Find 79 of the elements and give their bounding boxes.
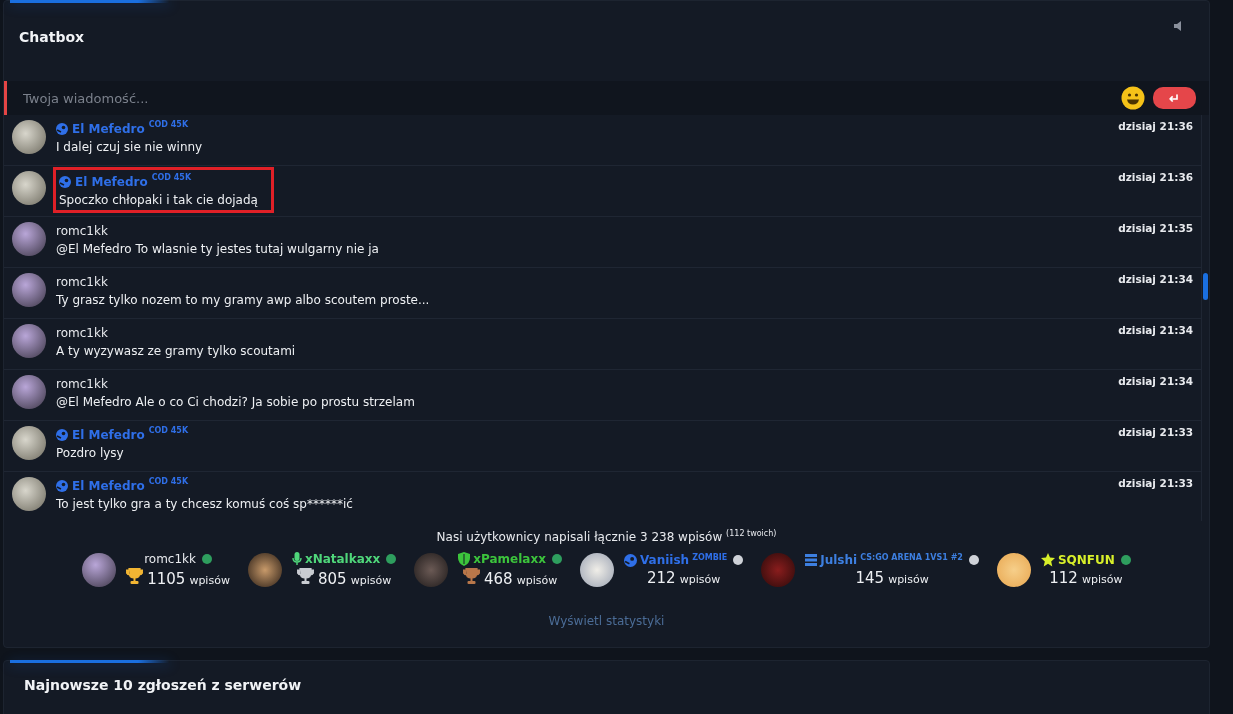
message-text: Ty grasz tylko nozem to my gramy awp albo scoutem proste... [56, 293, 431, 307]
message-text: Pozdro lysy [56, 446, 125, 460]
rank-label: COD 45K [151, 173, 192, 182]
message-text: To jest tylko gra a ty chcesz komuś coś sp******ić [56, 497, 354, 511]
post-count: 1105 [147, 570, 186, 588]
avatar [247, 553, 282, 587]
star-icon [1040, 553, 1055, 567]
avatar [12, 477, 46, 511]
user-name[interactable]: Julshi [820, 553, 858, 567]
microphone-icon [291, 552, 302, 566]
avatar [12, 273, 46, 307]
scrollbar-thumb[interactable] [1203, 273, 1208, 300]
steam-icon [56, 429, 68, 441]
avatar [12, 375, 46, 409]
smiley-icon[interactable] [1121, 86, 1145, 110]
message-time: dzisiaj 21:33 [1118, 477, 1193, 489]
post-unit: wpisów [679, 573, 721, 586]
author-name[interactable]: romc1kk [56, 326, 108, 340]
summary-text: Nasi użytkownicy napisali łącznie 3 238 wpisów $^{(112 twoich)}$ [435, 529, 778, 544]
avatar [12, 222, 46, 256]
author-name[interactable]: El Mefedro [72, 428, 145, 442]
avatar [761, 553, 796, 587]
message-time: dzisiaj 21:35 [1118, 222, 1193, 234]
post-unit: wpisów [1081, 573, 1123, 586]
post-unit: wpisów [189, 574, 230, 587]
rank-label: COD 45K [148, 477, 189, 486]
author-name[interactable]: romc1kk [56, 275, 108, 289]
message-field[interactable]: Twoja wiadomość... ↵ [4, 81, 1209, 115]
post-count: 805 [318, 570, 347, 588]
user-name[interactable]: xNatalkaxx [304, 552, 381, 566]
avatar [414, 553, 449, 587]
message-text: @El Mefedro To wlasnie ty jestes tutaj wulgarny nie ja [56, 242, 380, 256]
message-time: dzisiaj 21:34 [1118, 375, 1193, 387]
avatar [12, 120, 46, 154]
message-text: I dalej czuj sie nie winny [56, 140, 204, 154]
author-name[interactable]: El Mefedro [75, 175, 148, 189]
post-count: 145 [855, 569, 885, 587]
panel-title: Chatbox [19, 29, 85, 45]
message-text: A ty wyzywasz ze gramy tylko scoutami [56, 344, 297, 358]
message-text: @El Mefedro Ale o co Ci chodzi? Ja sobie po prostu strzelam [56, 395, 416, 409]
author-name[interactable]: romc1kk [56, 224, 108, 238]
user-name[interactable]: romc1kk [144, 552, 196, 566]
post-count: 212 [647, 569, 676, 587]
send-button[interactable]: ↵ [1153, 87, 1196, 109]
rank-label: COD 45K [148, 120, 189, 129]
avatar [12, 171, 46, 205]
post-count: 112 [1049, 569, 1078, 587]
message-time: dzisiaj 21:36 [1118, 171, 1193, 183]
avatar [12, 426, 46, 460]
server-icon [805, 554, 818, 566]
user-name[interactable]: Vaniish [639, 553, 690, 567]
post-unit: wpisów [350, 574, 392, 587]
post-count: 468 [484, 570, 513, 588]
steam-icon [59, 176, 71, 188]
user-name[interactable]: xPamelaxx [473, 552, 546, 566]
avatar [579, 553, 614, 587]
steam-icon [623, 553, 637, 567]
message-time: dzisiaj 21:33 [1118, 426, 1193, 438]
steam-icon [56, 123, 68, 135]
panel-title: Najnowsze 10 zgłoszeń z serwerów [24, 677, 303, 693]
shield-icon [458, 552, 471, 566]
avatar [996, 553, 1031, 587]
steam-icon [56, 480, 68, 492]
author-name[interactable]: El Mefedro [72, 122, 145, 136]
author-name[interactable]: El Mefedro [72, 479, 145, 493]
rank-label: COD 45K [148, 426, 189, 435]
rank-label: ZOMBIE [692, 553, 728, 562]
statistics-link[interactable]: Wyświetl statystyki [548, 614, 665, 628]
message-text: Spoczko chłopaki i tak cie dojadą [59, 193, 258, 207]
message-time: dzisiaj 21:34 [1118, 273, 1193, 285]
message-time: dzisiaj 21:36 [1118, 120, 1193, 132]
author-name[interactable]: romc1kk [56, 377, 108, 391]
post-unit: wpisów [516, 574, 558, 587]
user-name[interactable]: SQNFUN [1057, 553, 1115, 567]
message-time: dzisiaj 21:34 [1118, 324, 1193, 336]
rank-label: CS:GO ARENA 1VS1 #2 [860, 553, 963, 562]
avatar [82, 553, 117, 587]
avatar [12, 324, 46, 358]
post-unit: wpisów [888, 573, 929, 586]
